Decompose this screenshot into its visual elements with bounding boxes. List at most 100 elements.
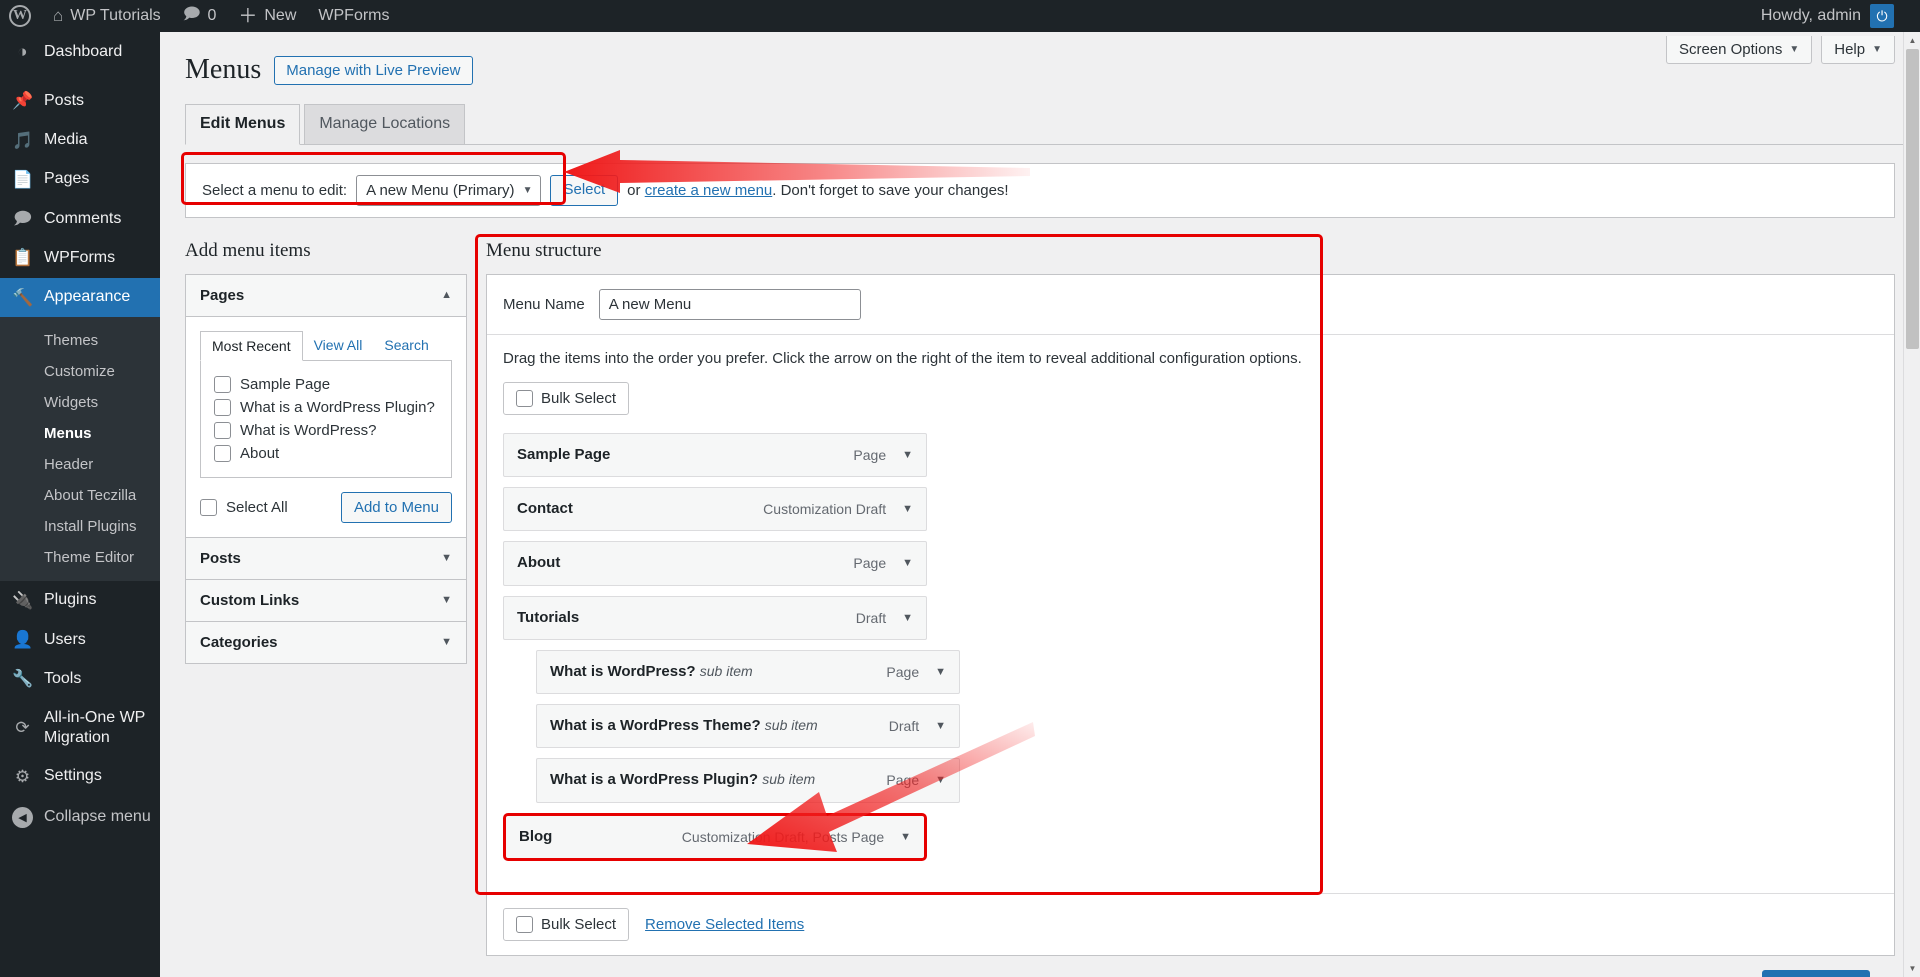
sidebar-item-theme-editor[interactable]: Theme Editor <box>0 542 160 573</box>
site-name-menu[interactable]: ⌂ WP Tutorials <box>42 0 172 32</box>
menu-item-meta: Customization Draft, Posts Page ▼ <box>682 829 911 845</box>
sidebar-item-widgets[interactable]: Widgets <box>0 387 160 418</box>
list-item[interactable]: What is WordPress? <box>214 419 438 442</box>
sidebar-item-tools[interactable]: 🔧 Tools <box>0 659 160 698</box>
chevron-down-icon[interactable]: ▼ <box>441 552 452 564</box>
chevron-left-circle-icon: ◀ <box>12 807 33 828</box>
bulk-select-bottom[interactable]: Bulk Select <box>503 908 629 941</box>
new-content-menu[interactable]: ＋ New <box>227 0 307 32</box>
scroll-up-arrow-icon[interactable]: ▲ <box>1904 32 1920 49</box>
comments-menu[interactable]: 🗩 0 <box>172 0 228 32</box>
menu-select-dropdown[interactable]: A new Menu (Primary) ▼ <box>356 175 541 206</box>
screen-options-button[interactable]: Screen Options ▼ <box>1666 36 1812 64</box>
scrollbar-thumb[interactable] <box>1906 49 1919 349</box>
checkbox-what-is-a-wordpress-plugin[interactable] <box>214 399 231 416</box>
checkbox-bulk-select-bottom[interactable] <box>516 916 533 933</box>
tab-edit-menus[interactable]: Edit Menus <box>185 104 300 145</box>
checkbox-sample-page[interactable] <box>214 376 231 393</box>
remove-selected-items-link[interactable]: Remove Selected Items <box>645 916 804 933</box>
menu-item-sample-page[interactable]: Sample Page Page ▼ <box>503 433 927 477</box>
add-to-menu-button[interactable]: Add to Menu <box>341 492 452 523</box>
select-all-row[interactable]: Select All <box>200 496 288 519</box>
checkbox-select-all[interactable] <box>200 499 217 516</box>
sidebar-label-migration: All-in-One WP Migration <box>44 708 160 748</box>
create-new-menu-link[interactable]: create a new menu <box>645 182 773 199</box>
checkbox-about[interactable] <box>214 445 231 462</box>
wpforms-menu[interactable]: WPForms <box>307 0 400 32</box>
checkbox-bulk-select-top[interactable] <box>516 390 533 407</box>
chevron-down-icon[interactable]: ▼ <box>902 503 913 515</box>
sidebar-item-posts[interactable]: 📌 Posts <box>0 81 160 120</box>
pages-checkbox-list: Sample Page What is a WordPress Plugin? … <box>200 361 452 478</box>
comment-bubble-icon: 🗩 <box>183 3 201 30</box>
list-item[interactable]: Sample Page <box>214 373 438 396</box>
pages-tab-view-all[interactable]: View All <box>303 331 374 360</box>
categories-panel-title: Categories <box>200 634 278 651</box>
pages-tab-most-recent[interactable]: Most Recent <box>200 331 303 361</box>
menu-name-input[interactable]: A new Menu <box>599 289 861 320</box>
sidebar-item-all-in-one-wp-migration[interactable]: ⟳ All-in-One WP Migration <box>0 699 160 757</box>
posts-panel-title: Posts <box>200 550 241 567</box>
sidebar-item-header[interactable]: Header <box>0 449 160 480</box>
sidebar-item-install-plugins[interactable]: Install Plugins <box>0 511 160 542</box>
menu-item-about[interactable]: About Page ▼ <box>503 541 927 585</box>
categories-panel: Categories ▼ <box>185 621 467 664</box>
chevron-down-icon[interactable]: ▼ <box>935 774 946 786</box>
menu-item-meta: Page ▼ <box>853 555 913 571</box>
account-menu[interactable]: Howdy, admin ⏻ <box>1761 4 1920 28</box>
menu-item-what-is-a-wordpress-theme[interactable]: What is a WordPress Theme? sub item Draf… <box>536 704 960 748</box>
tab-manage-locations[interactable]: Manage Locations <box>304 104 465 145</box>
sidebar-item-media[interactable]: 🎵 Media <box>0 121 160 160</box>
chevron-down-icon[interactable]: ▼ <box>935 720 946 732</box>
sidebar-item-about-teczilla[interactable]: About Teczilla <box>0 480 160 511</box>
menu-item-what-is-wordpress[interactable]: What is WordPress? sub item Page ▼ <box>536 650 960 694</box>
manage-live-preview-button[interactable]: Manage with Live Preview <box>274 56 472 85</box>
sidebar-item-appearance[interactable]: 🔨 Appearance <box>0 278 160 317</box>
sidebar-item-wpforms[interactable]: 📋 WPForms <box>0 238 160 277</box>
posts-panel-header[interactable]: Posts ▼ <box>186 538 466 579</box>
menu-item-sub-label: sub item <box>762 771 815 787</box>
sidebar-item-settings[interactable]: ⚙ Settings <box>0 757 160 796</box>
bulk-select-top[interactable]: Bulk Select <box>503 382 629 415</box>
pages-panel-header[interactable]: Pages ▲ <box>186 275 466 317</box>
menu-item-what-is-a-wordpress-plugin[interactable]: What is a WordPress Plugin? sub item Pag… <box>536 758 960 802</box>
wordpress-logo-menu[interactable] <box>0 0 42 32</box>
list-item[interactable]: What is a WordPress Plugin? <box>214 396 438 419</box>
list-item[interactable]: About <box>214 442 438 465</box>
chevron-down-icon[interactable]: ▼ <box>935 666 946 678</box>
sidebar-item-users[interactable]: 👤 Users <box>0 620 160 659</box>
pages-tab-search[interactable]: Search <box>373 331 439 360</box>
help-button[interactable]: Help ▼ <box>1821 36 1895 64</box>
sidebar-item-dashboard[interactable]: ◑ Dashboard <box>0 32 160 71</box>
sidebar-item-menus[interactable]: Menus <box>0 418 160 449</box>
menu-item-contact[interactable]: Contact Customization Draft ▼ <box>503 487 927 531</box>
create-new-menu-text: or create a new menu. Don't forget to sa… <box>627 182 1008 199</box>
page-scrollbar[interactable]: ▲ ▼ <box>1903 32 1920 977</box>
sidebar-item-pages[interactable]: 📄 Pages <box>0 160 160 199</box>
menu-item-type: Page <box>853 555 886 571</box>
sidebar-item-themes[interactable]: Themes <box>0 325 160 356</box>
custom-links-panel-header[interactable]: Custom Links ▼ <box>186 580 466 621</box>
save-menu-button[interactable]: Save Menu <box>1762 970 1870 977</box>
checkbox-what-is-wordpress[interactable] <box>214 422 231 439</box>
collapse-menu-button[interactable]: ◀ Collapse menu <box>0 796 160 839</box>
menu-item-meta: Customization Draft ▼ <box>763 501 913 517</box>
chevron-up-icon[interactable]: ▲ <box>441 289 452 301</box>
menu-item-blog[interactable]: Blog Customization Draft, Posts Page ▼ <box>503 813 927 861</box>
page-label-what-is-wordpress: What is WordPress? <box>240 422 376 439</box>
chevron-down-icon[interactable]: ▼ <box>441 594 452 606</box>
sidebar-item-plugins[interactable]: 🔌 Plugins <box>0 581 160 620</box>
new-label: New <box>264 7 296 25</box>
menu-item-tutorials[interactable]: Tutorials Draft ▼ <box>503 596 927 640</box>
sidebar-item-comments[interactable]: 🗩 Comments <box>0 199 160 238</box>
chevron-down-icon[interactable]: ▼ <box>441 636 452 648</box>
chevron-down-icon[interactable]: ▼ <box>902 612 913 624</box>
sidebar-item-customize[interactable]: Customize <box>0 356 160 387</box>
select-button[interactable]: Select <box>550 175 618 206</box>
chevron-down-icon[interactable]: ▼ <box>902 449 913 461</box>
menu-structure-column: Menu structure Menu Name A new Menu Drag… <box>486 240 1895 977</box>
categories-panel-header[interactable]: Categories ▼ <box>186 622 466 663</box>
chevron-down-icon[interactable]: ▼ <box>900 831 911 843</box>
chevron-down-icon[interactable]: ▼ <box>902 557 913 569</box>
scroll-down-arrow-icon[interactable]: ▼ <box>1904 960 1920 977</box>
